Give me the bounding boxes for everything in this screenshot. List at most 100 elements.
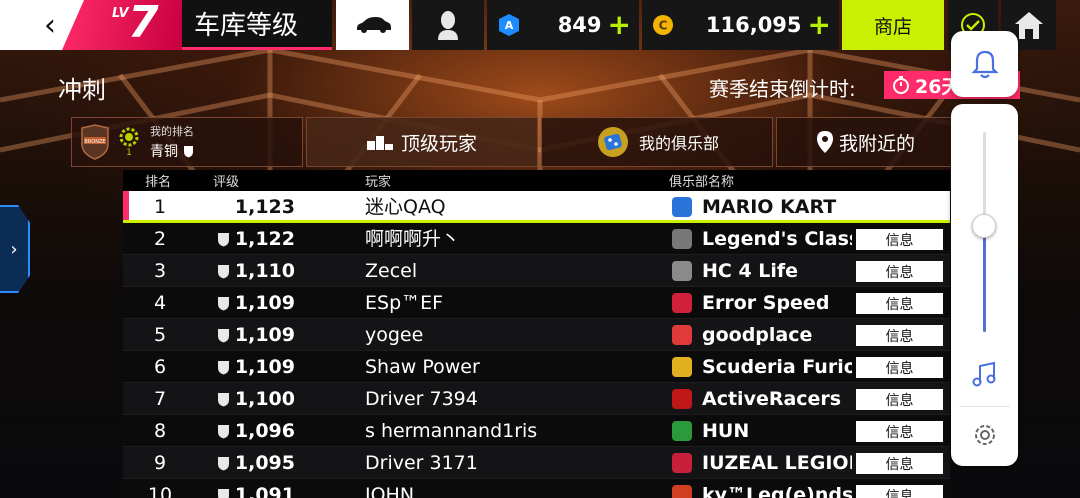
tokens-value: 849 bbox=[557, 13, 602, 37]
shop-button[interactable]: 商店 bbox=[842, 0, 944, 50]
tab-my-rank[interactable]: BRONZE 1 我的排名 青铜 bbox=[71, 117, 303, 167]
club-name-cell: HUN bbox=[702, 420, 750, 442]
page-title: 冲刺 bbox=[58, 76, 106, 104]
svg-text:C: C bbox=[659, 19, 668, 33]
tab-my-club[interactable]: 我的俱乐部 bbox=[541, 117, 773, 167]
club-emblem-icon bbox=[672, 229, 692, 249]
club-name-cell: ky™Leg(e)nds! bbox=[702, 484, 852, 498]
club-emblem-icon bbox=[672, 485, 692, 498]
club-emblem-icon bbox=[597, 127, 628, 157]
info-button[interactable]: 信息 bbox=[856, 453, 943, 474]
tab-nearby[interactable]: 我附近的 bbox=[776, 117, 956, 167]
rating-cell: 1,122 bbox=[234, 228, 295, 250]
season-countdown-label: 赛季结束倒计时: bbox=[709, 77, 856, 101]
car-button[interactable] bbox=[336, 0, 409, 50]
volume-slider-thumb[interactable] bbox=[972, 214, 996, 238]
rank-cell: 5 bbox=[153, 324, 167, 346]
player-name-cell: 迷心QAQ bbox=[365, 196, 446, 218]
table-row[interactable]: 1 1,123 迷心QAQ MARIO KART bbox=[123, 191, 950, 223]
tab-top-players-label: 顶级玩家 bbox=[400, 132, 477, 155]
tokens-counter[interactable]: A 849 + bbox=[487, 0, 639, 50]
table-row[interactable]: 4 1,109 ESp™EF Error Speed 信息 bbox=[123, 287, 950, 319]
rank-cell: 2 bbox=[153, 228, 167, 250]
club-name-cell: Legend's Class bbox=[702, 228, 852, 250]
rank-cell: 7 bbox=[153, 388, 167, 410]
my-rank-label: 我的排名 bbox=[150, 125, 194, 138]
table-row[interactable]: 9 1,095 Driver 3171 IUZEAL LEGION 信息 bbox=[123, 447, 950, 479]
info-button[interactable]: 信息 bbox=[856, 485, 943, 498]
rating-cell: 1,123 bbox=[234, 196, 295, 218]
rank-cell: 10 bbox=[147, 484, 173, 498]
location-pin-icon bbox=[816, 131, 833, 153]
info-button[interactable]: 信息 bbox=[856, 261, 943, 282]
chevron-right-icon: › bbox=[10, 238, 18, 260]
rating-cell: 1,109 bbox=[234, 292, 295, 314]
club-emblem-icon bbox=[672, 325, 692, 345]
info-button[interactable]: 信息 bbox=[856, 389, 943, 410]
avatar-icon bbox=[438, 11, 458, 40]
add-credits-icon[interactable]: + bbox=[808, 11, 831, 39]
level-prefix: LV bbox=[112, 6, 129, 21]
stopwatch-icon bbox=[893, 76, 909, 94]
table-row[interactable]: 8 1,096 s hermannand1ris HUN 信息 bbox=[123, 415, 950, 447]
rating-cell: 1,095 bbox=[234, 452, 295, 474]
rank-cell: 6 bbox=[153, 356, 167, 378]
bell-icon bbox=[970, 50, 999, 79]
header-club: 俱乐部名称 bbox=[669, 175, 735, 190]
player-name-cell: JOHN bbox=[365, 484, 415, 498]
player-name-cell: Shaw Power bbox=[365, 356, 480, 378]
leaderboard-rows: 1 1,123 迷心QAQ MARIO KART 2 1,122 啊啊啊升丶 Legend's… bbox=[123, 191, 950, 498]
table-row[interactable]: 6 1,109 Shaw Power Scuderia Furios 信息 bbox=[123, 351, 950, 383]
player-name-cell: ESp™EF bbox=[365, 292, 444, 314]
table-header: 排名 评级 玩家 俱乐部名称 bbox=[123, 170, 950, 191]
rating-cell: 1,110 bbox=[234, 260, 295, 282]
club-name-cell: Scuderia Furios bbox=[702, 356, 852, 378]
chevron-left-icon: ‹ bbox=[44, 7, 56, 43]
club-emblem-icon bbox=[672, 197, 692, 217]
table-row[interactable]: 10 1,091 JOHN ky™Leg(e)nds! 信息 bbox=[123, 479, 950, 498]
rank-cell: 3 bbox=[153, 260, 167, 282]
info-button[interactable]: 信息 bbox=[856, 357, 943, 378]
rank-cell: 9 bbox=[153, 452, 167, 474]
club-emblem-icon bbox=[672, 261, 692, 281]
rank-cell: 4 bbox=[153, 292, 167, 314]
tab-nearby-label: 我附近的 bbox=[838, 132, 915, 155]
player-name-cell: Driver 3171 bbox=[365, 452, 478, 474]
club-name-cell: goodplace bbox=[702, 324, 813, 346]
home-icon bbox=[1014, 12, 1043, 39]
music-note-icon[interactable] bbox=[970, 360, 1000, 390]
info-button[interactable]: 信息 bbox=[856, 229, 943, 250]
level-gear-icon bbox=[119, 127, 139, 147]
profile-avatar-button[interactable] bbox=[412, 0, 484, 50]
info-button[interactable]: 信息 bbox=[856, 293, 943, 314]
notification-button[interactable] bbox=[951, 31, 1018, 97]
credits-counter[interactable]: C 116,095 + bbox=[642, 0, 839, 50]
player-name-cell: Driver 7394 bbox=[365, 388, 478, 410]
tab-top-players[interactable]: 顶级玩家 bbox=[306, 117, 538, 167]
credits-icon: C bbox=[653, 15, 673, 35]
gear-icon[interactable] bbox=[970, 420, 1000, 450]
club-emblem-icon bbox=[672, 421, 692, 441]
expand-side-button[interactable]: › bbox=[0, 205, 30, 293]
add-tokens-icon[interactable]: + bbox=[608, 11, 631, 39]
rank-cell: 1 bbox=[153, 196, 167, 218]
my-rank-level: 1 bbox=[126, 148, 132, 158]
tab-my-club-label: 我的俱乐部 bbox=[638, 134, 719, 153]
player-name-cell: 啊啊啊升丶 bbox=[365, 228, 461, 250]
info-button[interactable]: 信息 bbox=[856, 421, 943, 442]
info-button[interactable]: 信息 bbox=[856, 325, 943, 346]
table-row[interactable]: 5 1,109 yogee goodplace 信息 bbox=[123, 319, 950, 351]
header-player: 玩家 bbox=[365, 175, 392, 190]
table-row[interactable]: 3 1,110 Zecel HC 4 Life 信息 bbox=[123, 255, 950, 287]
club-name-cell: MARIO KART bbox=[702, 196, 837, 218]
table-row[interactable]: 7 1,100 Driver 7394 ActiveRacers 信息 bbox=[123, 383, 950, 415]
my-rank-value: 青铜 bbox=[150, 144, 178, 160]
bronze-league-badge: BRONZE bbox=[81, 124, 109, 160]
header-rating: 评级 bbox=[213, 175, 240, 190]
car-icon bbox=[356, 17, 391, 33]
player-name-cell: yogee bbox=[365, 324, 424, 346]
garage-level-title[interactable]: 车库等级 bbox=[182, 0, 332, 50]
player-name-cell: s hermannand1ris bbox=[365, 420, 538, 442]
panel-divider bbox=[959, 406, 1010, 407]
table-row[interactable]: 2 1,122 啊啊啊升丶 Legend's Class 信息 bbox=[123, 223, 950, 255]
